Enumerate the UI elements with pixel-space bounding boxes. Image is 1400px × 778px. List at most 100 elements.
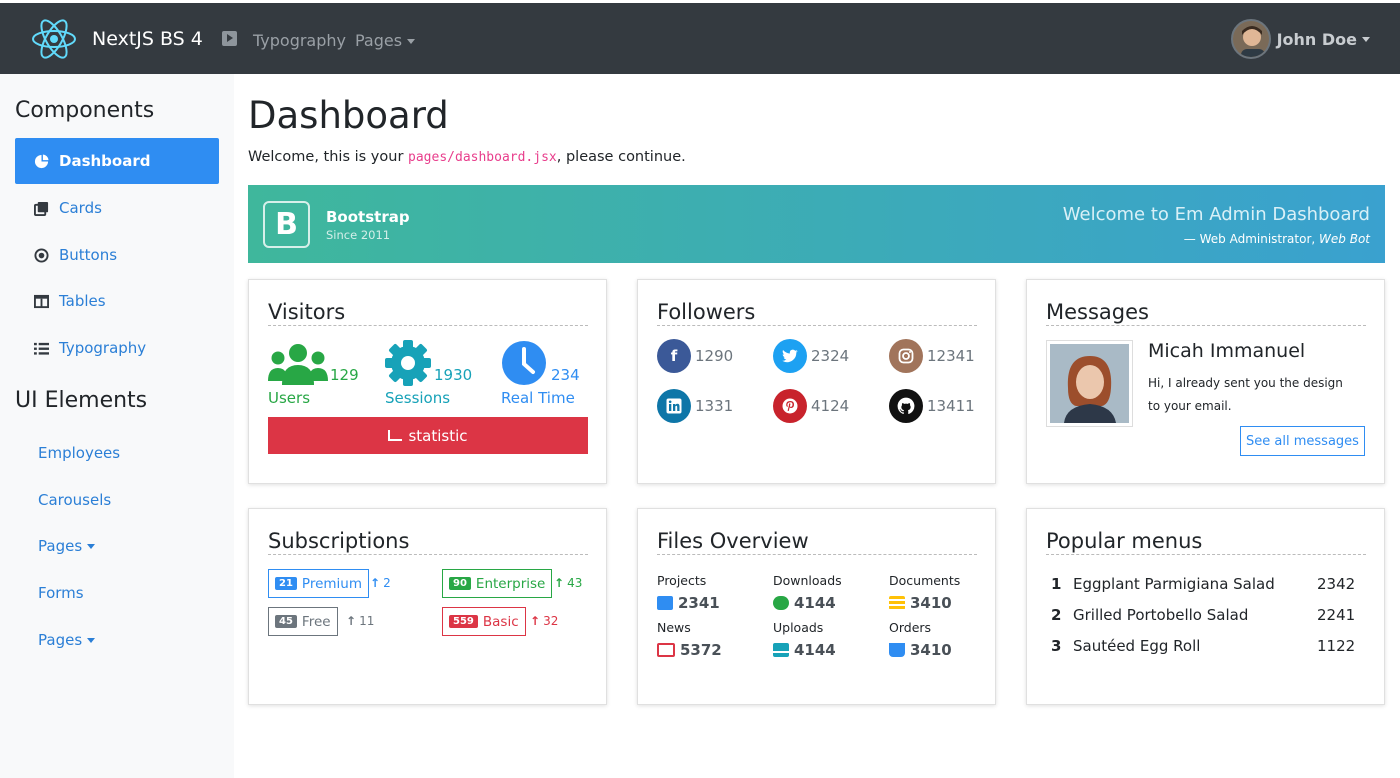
chevron-down-icon (407, 39, 416, 44)
dot-circle-icon (33, 247, 49, 263)
sidebar-item-label: Tables (59, 292, 106, 310)
sidebar-item-label: Buttons (59, 246, 118, 264)
pie-chart-icon (33, 153, 49, 169)
chevron-down-icon (87, 638, 96, 643)
sidebar-item-cards[interactable]: Cards (15, 185, 219, 231)
menu-index: 2 (1051, 606, 1062, 624)
follower-twitter[interactable]: 2324 (773, 339, 849, 373)
files-value: 3410 (889, 641, 952, 659)
files-label: Documents (889, 573, 961, 588)
statistic-button[interactable]: statistic (268, 417, 588, 454)
sidebar-heading-components: Components (15, 98, 155, 123)
welcome-banner: B Bootstrap Since 2011 Welcome to Em Adm… (248, 185, 1385, 263)
list-item[interactable]: 2 Grilled Portobello Salad 2241 (1051, 606, 1355, 624)
welcome-pre: Welcome, this is your (248, 149, 409, 165)
files-value: 5372 (657, 641, 722, 659)
files-value: 3410 (889, 594, 952, 612)
subscription-trend: ↑ 32 (530, 614, 558, 628)
subscription-premium[interactable]: 21 Premium (268, 569, 369, 598)
twitter-icon (773, 339, 807, 373)
sidebar-item-typography[interactable]: Typography (15, 325, 219, 371)
visitors-sessions-label: Sessions (385, 389, 451, 407)
sidebar-item-carousels[interactable]: Carousels (38, 491, 111, 509)
banner-attribution: — Web Administrator, Web Bot (1184, 232, 1370, 246)
subscription-trend-value: 32 (543, 614, 559, 628)
brand[interactable]: NextJS BS 4 (30, 17, 203, 61)
sidebar-item-label: Pages (38, 631, 83, 649)
bootstrap-logo-icon: B (263, 201, 310, 248)
facebook-icon: f (657, 339, 691, 373)
files-label: Orders (889, 620, 932, 635)
upload-icon (773, 643, 789, 657)
brand-text: NextJS BS 4 (92, 28, 203, 50)
github-icon (889, 389, 923, 423)
sidebar-item-employees[interactable]: Employees (38, 444, 120, 462)
follower-pinterest[interactable]: 4124 (773, 389, 849, 423)
sidebar-item-pages-2[interactable]: Pages (38, 631, 96, 649)
subscription-trend-value: 2 (383, 576, 391, 590)
files-value-number: 4144 (794, 641, 836, 659)
list-item[interactable]: 1 Eggplant Parmigiana Salad 2342 (1051, 575, 1355, 593)
react-logo-icon (32, 19, 76, 59)
user-name: John Doe (1276, 29, 1357, 49)
sidebar-item-forms[interactable]: Forms (38, 584, 84, 602)
files-overview-card: Files Overview Projects 2341 Downloads 4… (637, 508, 996, 705)
follower-count: 1290 (695, 347, 734, 365)
see-all-messages-button[interactable]: See all messages (1240, 426, 1365, 456)
sidebar-item-tables[interactable]: Tables (15, 278, 219, 324)
message-preview: Hi, I already sent you the design to you… (1148, 376, 1343, 413)
page-title: Dashboard (248, 94, 449, 137)
messages-card: Messages Micah Immanuel Hi, I already se… (1026, 279, 1385, 484)
subscription-label: Enterprise (475, 575, 546, 592)
user-menu[interactable]: John Doe (1230, 19, 1370, 59)
sidebar-item-dashboard[interactable]: Dashboard (15, 138, 219, 184)
sidebar-item-pages[interactable]: Pages (38, 537, 96, 555)
follower-count: 12341 (927, 347, 975, 365)
sidebar-item-label: Pages (38, 537, 83, 555)
subscription-badge: 559 (449, 615, 478, 628)
sidebar-item-label: Typography (59, 339, 147, 357)
files-label: Projects (657, 573, 707, 588)
nav-link-pages[interactable]: Pages (355, 31, 416, 50)
nav-link-typography[interactable]: Typography (253, 31, 346, 50)
card-title: Followers (657, 300, 977, 326)
subscription-badge: 21 (275, 577, 297, 590)
follower-github[interactable]: 13411 (889, 389, 975, 423)
menu-count: 2241 (1317, 606, 1356, 624)
visitors-realtime-label: Real Time (501, 389, 575, 407)
visitors-card: Visitors 129 Users 1930 Sessions 234 Rea… (248, 279, 607, 484)
clock-icon (502, 341, 546, 385)
files-value-number: 5372 (680, 641, 722, 659)
top-navbar: NextJS BS 4 Typography Pages John Doe (0, 0, 1400, 74)
popular-menus-card: Popular menus 1 Eggplant Parmigiana Salad… (1026, 508, 1385, 705)
sidebar-item-buttons[interactable]: Buttons (15, 232, 219, 278)
files-value-number: 2341 (678, 594, 720, 612)
menu-count: 2342 (1317, 575, 1356, 593)
follower-instagram[interactable]: 12341 (889, 339, 975, 373)
list-item[interactable]: 3 Sautéed Egg Roll 1122 (1051, 637, 1355, 655)
follower-count: 13411 (927, 397, 975, 415)
subscription-basic[interactable]: 559 Basic (442, 607, 526, 636)
subscription-trend: ↑ 11 (346, 614, 374, 628)
message-avatar[interactable] (1046, 340, 1133, 427)
files-value: 4144 (773, 594, 836, 612)
follower-count: 4124 (811, 397, 850, 415)
sidebar-item-label: Cards (59, 199, 102, 217)
subscriptions-card: Subscriptions 21 Premium ↑ 2 90 Enterpris… (248, 508, 607, 705)
files-value-number: 3410 (910, 594, 952, 612)
briefcase-icon (657, 596, 673, 610)
subscription-enterprise[interactable]: 90 Enterprise (442, 569, 553, 598)
subscription-badge: 45 (275, 615, 297, 628)
welcome-text: Welcome, this is your pages/dashboard.js… (248, 149, 686, 165)
message-sender-name: Micah Immanuel (1148, 340, 1306, 362)
subscription-free[interactable]: 45 Free (268, 607, 338, 636)
menu-index: 3 (1051, 637, 1062, 655)
card-title: Files Overview (657, 529, 977, 555)
card-title: Popular menus (1046, 529, 1366, 555)
cog-icon (385, 340, 431, 386)
menu-index: 1 (1051, 575, 1062, 593)
subscription-label: Basic (482, 613, 519, 630)
banner-attribution-author: Web Bot (1319, 232, 1370, 246)
follower-linkedin[interactable]: 1331 (657, 389, 733, 423)
follower-facebook[interactable]: f 1290 (657, 339, 733, 373)
